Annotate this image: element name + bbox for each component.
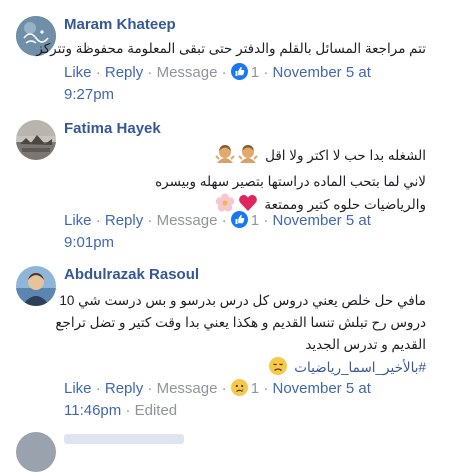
reaction-count[interactable]: 1 xyxy=(251,380,259,397)
separator-dot: · xyxy=(263,212,269,229)
reaction-count[interactable]: 1 xyxy=(251,212,259,229)
reply-button[interactable]: Reply xyxy=(105,212,143,229)
comment-line-text: الشغله بدا حب لا اكتر ولا اقل xyxy=(265,148,426,163)
reply-button[interactable]: Reply xyxy=(105,64,143,81)
comment-line: القديم و تدرس الجديد xyxy=(305,337,426,352)
avatar-image xyxy=(16,120,56,160)
message-button[interactable]: Message xyxy=(157,380,218,397)
like-button[interactable]: Like xyxy=(64,380,92,397)
like-icon[interactable] xyxy=(230,63,248,80)
reaction-count[interactable]: 1 xyxy=(251,64,259,81)
separator-dot: · xyxy=(125,402,131,419)
separator-dot: · xyxy=(221,212,227,229)
like-icon[interactable] xyxy=(230,211,248,228)
comment-line: دروس رح تبلش تنسا القديم و هكذا يعني بدا… xyxy=(55,315,426,330)
comment-text: الشغله بدا حب لا اكتر ولا اقل لاني لما ب… xyxy=(64,144,426,220)
separator-dot: · xyxy=(263,64,269,81)
comment-2: Fatima Hayek الشغله بدا حب لا اكتر ولا ا… xyxy=(0,112,461,262)
comment-author[interactable]: Fatima Hayek xyxy=(64,120,161,137)
message-button[interactable]: Message xyxy=(157,212,218,229)
comment-timestamp[interactable]: November 5 at xyxy=(272,212,370,229)
avatar[interactable] xyxy=(16,120,56,160)
comment-author[interactable]: Abdulrazak Rasoul xyxy=(64,266,199,283)
sad-face-icon[interactable] xyxy=(230,379,248,396)
comment-time[interactable]: 11:46pm xyxy=(64,402,121,419)
hashtag-link[interactable]: #بالأخير_اسما_رياضيات xyxy=(294,360,426,375)
avatar-image xyxy=(16,266,56,306)
edited-label[interactable]: Edited xyxy=(135,402,178,419)
comment-3: Abdulrazak Rasoul مافي حل خلص يعني دروس … xyxy=(0,262,461,440)
like-button[interactable]: Like xyxy=(64,212,92,229)
separator-dot: · xyxy=(95,380,101,397)
next-comment-partial xyxy=(16,432,56,472)
avatar[interactable] xyxy=(16,266,56,306)
comment-line: مافي حل خلص يعني دروس كل درس بدرسو و بس … xyxy=(59,293,426,308)
separator-dot: · xyxy=(95,212,101,229)
reply-button[interactable]: Reply xyxy=(105,380,143,397)
comment-time[interactable]: 9:27pm xyxy=(64,86,114,103)
separator-dot: · xyxy=(147,64,153,81)
comment-author[interactable]: Maram Khateep xyxy=(64,16,176,33)
separator-dot: · xyxy=(147,212,153,229)
comment-line: الشغله بدا حب لا اكتر ولا اقل xyxy=(64,144,426,171)
message-button[interactable]: Message xyxy=(157,64,218,81)
person-shrugging-emoji xyxy=(215,144,236,171)
like-button[interactable]: Like xyxy=(64,64,92,81)
separator-dot: · xyxy=(221,64,227,81)
comment-actions: Like · Reply · Message · 1 · November 5 … xyxy=(64,210,424,254)
next-comment-author-partial xyxy=(64,434,184,444)
person-shrugging-emoji xyxy=(238,144,259,171)
comment-timestamp[interactable]: November 5 at xyxy=(272,64,370,81)
separator-dot: · xyxy=(147,380,153,397)
comment-line: تتم مراجعة المسائل بالقلم والدفتر حتى تب… xyxy=(36,41,426,56)
comment-actions: Like · Reply · Message · 1 · November 5 … xyxy=(64,62,424,106)
comment-1: Maram Khateep تتم مراجعة المسائل بالقلم … xyxy=(0,0,461,112)
separator-dot: · xyxy=(95,64,101,81)
comment-text: مافي حل خلص يعني دروس كل درس بدرسو و بس … xyxy=(55,290,426,383)
separator-dot: · xyxy=(221,380,227,397)
comment-line: لاني لما بتحب الماده دراستها بتصير سهله … xyxy=(155,174,426,189)
comment-text: تتم مراجعة المسائل بالقلم والدفتر حتى تب… xyxy=(36,38,426,60)
comment-actions: Like · Reply · Message · 1 · November 5 … xyxy=(64,378,424,422)
comment-time[interactable]: 9:01pm xyxy=(64,234,114,251)
separator-dot: · xyxy=(263,380,269,397)
comment-timestamp[interactable]: November 5 at xyxy=(272,380,370,397)
